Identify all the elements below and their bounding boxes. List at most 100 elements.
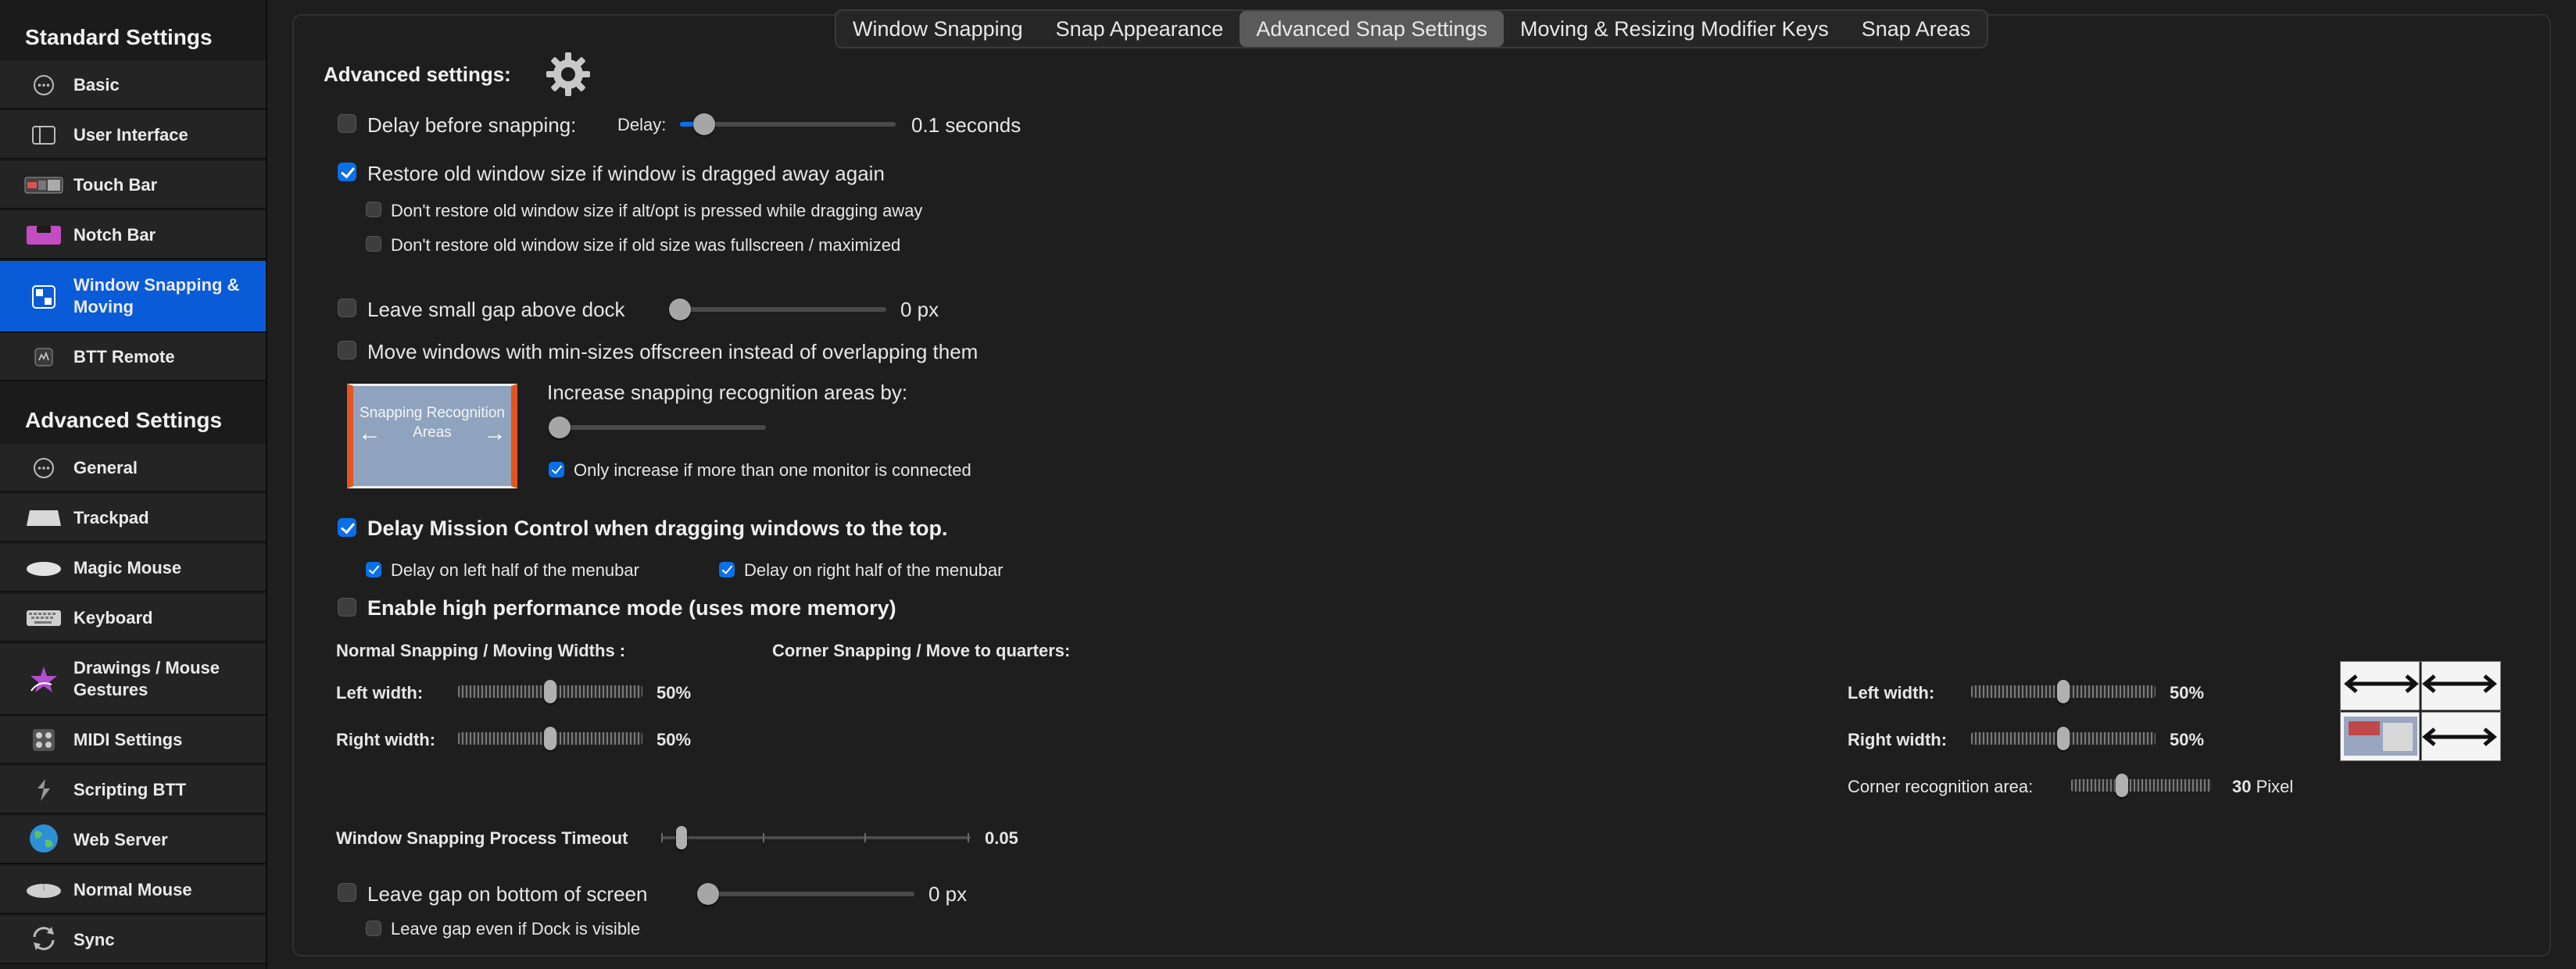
gap-bottom-label: Leave gap on bottom of screen (367, 882, 648, 906)
normal-right-width-value: 50% (657, 730, 692, 749)
sidebar-item-label: Touch Bar (73, 175, 158, 195)
midi-icon (22, 724, 66, 756)
star-gesture-icon (22, 664, 66, 695)
sidebar-item-window-snapping[interactable]: Window Snapping & Moving (0, 261, 266, 333)
delay-mission-control-checkbox[interactable] (338, 518, 356, 537)
gap-bottom-value: 0 px (928, 882, 968, 906)
window-snapping-icon (22, 281, 66, 313)
tab-bar: Window Snapping Snap Appearance Advanced… (835, 9, 1989, 48)
snapping-recognition-areas-image: Snapping Recognition Areas ← → (347, 384, 517, 488)
arrow-right-icon: → (483, 420, 506, 446)
only-multi-monitor-checkbox[interactable] (549, 462, 564, 477)
corner-left-width-knob[interactable] (2057, 680, 2070, 703)
sidebar-item-trackpad[interactable]: Trackpad (0, 494, 266, 542)
sidebar-item-label: Normal Mouse (73, 880, 192, 899)
sidebar-item-touch-bar[interactable]: Touch Bar (0, 161, 266, 209)
advanced-settings-title: Advanced settings: (324, 63, 511, 86)
delay-right-half-checkbox[interactable] (719, 562, 735, 577)
tab-advanced-snap-settings[interactable]: Advanced Snap Settings (1240, 11, 1504, 47)
delay-before-snapping-checkbox[interactable] (338, 114, 356, 133)
timeout-label: Window Snapping Process Timeout (336, 828, 628, 848)
sidebar-item-magic-mouse[interactable]: Magic Mouse (0, 544, 266, 592)
delay-slider-label: Delay: (617, 115, 667, 134)
timeout-slider-track[interactable] (661, 836, 971, 839)
corner-snapping-title: Corner Snapping / Move to quarters: (772, 641, 1071, 660)
corner-left-width-label: Left width: (1848, 683, 1935, 703)
min-sizes-offscreen-checkbox[interactable] (338, 341, 356, 359)
sidebar-item-web-server[interactable]: Web Server (0, 816, 266, 864)
scripting-icon (22, 774, 66, 806)
mouse-icon (22, 874, 66, 906)
sidebar-item-label: User Interface (73, 125, 188, 145)
no-restore-fullscreen-checkbox[interactable] (366, 236, 381, 252)
corner-left-width-value: 50% (2170, 683, 2205, 703)
arrow-left-icon: ← (358, 420, 381, 446)
sidebar-item-general[interactable]: General (0, 444, 266, 492)
no-restore-alt-label: Don't restore old window size if alt/opt… (391, 201, 923, 220)
sidebar-item-scripting-btt[interactable]: Scripting BTT (0, 766, 266, 814)
gap-bottom-slider-track[interactable] (697, 892, 914, 896)
sidebar-item-basic[interactable]: Basic (0, 61, 266, 109)
corner-recognition-area-knob[interactable] (2116, 774, 2129, 797)
delay-right-half-label: Delay on right half of the menubar (744, 560, 1004, 580)
globe-icon (22, 823, 66, 854)
normal-left-width-knob[interactable] (544, 680, 556, 703)
gap-bottom-checkbox[interactable] (338, 883, 356, 902)
corner-recognition-area-label: Corner recognition area: (1848, 777, 2034, 796)
gap-dock-visible-checkbox[interactable] (366, 921, 381, 936)
advanced-settings-title: Advanced Settings (25, 408, 223, 432)
gap-bottom-slider-knob[interactable] (697, 883, 719, 905)
normal-left-width-label: Left width: (336, 683, 424, 703)
gap-above-dock-value: 0 px (900, 298, 939, 321)
corner-right-width-label: Right width: (1848, 730, 1948, 749)
timeout-tick (763, 833, 764, 842)
high-performance-checkbox[interactable] (338, 598, 356, 617)
keyboard-icon (22, 602, 66, 634)
sidebar-item-user-interface[interactable]: User Interface (0, 111, 266, 159)
tab-window-snapping[interactable]: Window Snapping (836, 11, 1039, 47)
gap-above-dock-label: Leave small gap above dock (367, 298, 625, 321)
gap-above-dock-checkbox[interactable] (338, 299, 356, 317)
no-restore-alt-checkbox[interactable] (366, 202, 381, 217)
normal-widths-title: Normal Snapping / Moving Widths : (336, 641, 626, 660)
delay-mission-control-label: Delay Mission Control when dragging wind… (367, 517, 948, 540)
corner-area-number: 30 (2232, 777, 2252, 796)
sidebar-item-btt-remote[interactable]: BTT Remote (0, 333, 266, 381)
delay-left-half-checkbox[interactable] (366, 562, 381, 577)
sidebar-item-label: Drawings / Mouse Gestures (73, 658, 220, 699)
gap-above-dock-slider-track[interactable] (669, 307, 886, 312)
normal-right-width-knob[interactable] (544, 727, 556, 750)
sidebar-item-label: Scripting BTT (73, 780, 187, 799)
tab-snap-areas[interactable]: Snap Areas (1845, 11, 1987, 47)
sidebar-item-sync[interactable]: Sync (0, 916, 266, 964)
standard-settings-title: Standard Settings (25, 25, 213, 49)
timeout-tick (968, 833, 969, 842)
corner-right-width-knob[interactable] (2057, 727, 2070, 750)
restore-window-size-checkbox[interactable] (338, 163, 356, 181)
sidebar-item-label: Magic Mouse (73, 558, 182, 577)
sidebar-item-label: Keyboard (73, 608, 153, 628)
recognition-areas-slider-track[interactable] (549, 425, 766, 430)
sidebar-item-keyboard[interactable]: Keyboard (0, 594, 266, 642)
corner-recognition-area-slider[interactable] (2071, 779, 2212, 792)
window-sidebar-icon (22, 120, 66, 151)
normal-left-width-value: 50% (657, 683, 692, 703)
no-restore-fullscreen-label: Don't restore old window size if old siz… (391, 235, 901, 255)
tab-snap-appearance[interactable]: Snap Appearance (1039, 11, 1240, 47)
corner-area-unit: Pixel (2256, 777, 2294, 796)
sidebar-item-notch-bar[interactable]: Notch Bar (0, 211, 266, 259)
trackpad-icon (22, 502, 66, 534)
tab-modifier-keys[interactable]: Moving & Resizing Modifier Keys (1504, 11, 1845, 47)
corner-recognition-area-value: 30 Pixel (2232, 777, 2293, 797)
recognition-areas-slider-knob[interactable] (549, 417, 571, 438)
ellipsis-circle-icon (22, 70, 66, 101)
sidebar-item-normal-mouse[interactable]: Normal Mouse (0, 866, 266, 914)
timeout-slider-knob[interactable] (676, 826, 688, 849)
settings-panel (292, 14, 2551, 956)
sidebar-item-label: Window Snapping & Moving (73, 275, 240, 316)
sidebar-item-midi-settings[interactable]: MIDI Settings (0, 716, 266, 764)
touch-bar-icon (22, 170, 66, 201)
gap-above-dock-slider-knob[interactable] (669, 299, 691, 320)
sidebar-item-drawings-gestures[interactable]: Drawings / Mouse Gestures (0, 644, 266, 716)
remote-icon (22, 341, 66, 373)
